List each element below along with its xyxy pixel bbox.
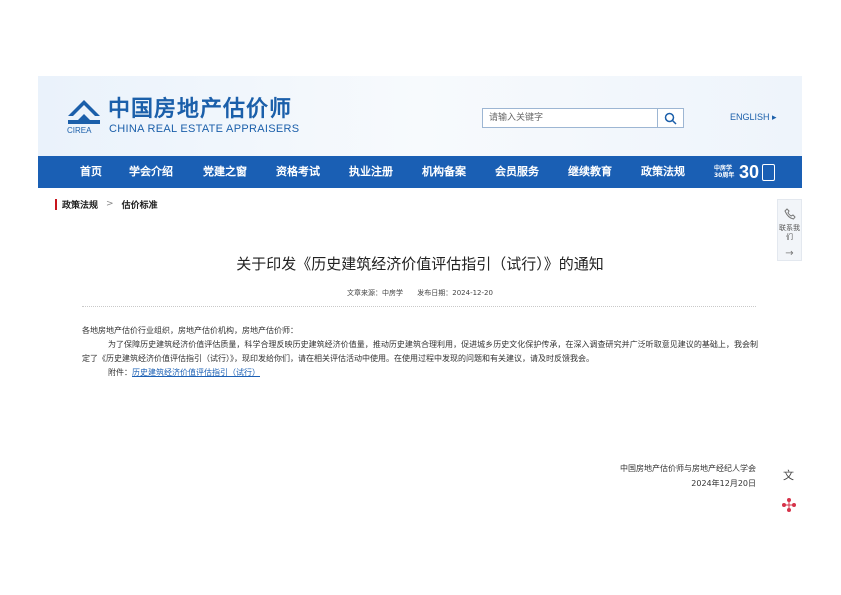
article-title: 关于印发《历史建筑经济价值评估指引（试行）》的通知 xyxy=(236,255,604,273)
nav-item-party[interactable]: 党建之窗 xyxy=(203,156,247,188)
nav-item-filing[interactable]: 机构备案 xyxy=(422,156,466,188)
article-source: 文章来源：中房学 xyxy=(347,289,404,297)
accessibility-icon[interactable]: 文 xyxy=(780,466,798,484)
anniversary-badge-icon xyxy=(762,163,776,181)
article-salutation: 各地房地产估价行业组织，房地产估价机构，房地产估价师： xyxy=(82,326,298,335)
nav-item-member[interactable]: 会员服务 xyxy=(495,156,539,188)
arrow-right-icon[interactable]: → xyxy=(785,248,793,259)
article-date: 发布日期：2024-12-20 xyxy=(417,289,493,297)
article-body: 为了保障历史建筑经济价值评估质量，科学合理反映历史建筑经济价值量，推动历史建筑合… xyxy=(82,340,758,363)
nav-item-policy[interactable]: 政策法规 xyxy=(641,156,685,188)
logo-english-name: CHINA REAL ESTATE APPRAISERS xyxy=(109,123,300,135)
breadcrumb-separator: > xyxy=(106,199,114,209)
breadcrumb: 政策法规 > 估价标准 xyxy=(55,197,158,211)
article-signature: 中国房地产估价师与房地产经纪人学会 2024年12月20日 xyxy=(620,461,756,491)
anniversary-logo[interactable]: 中房学 30周年 30 xyxy=(714,160,776,184)
anniversary-text: 中房学 30周年 xyxy=(714,165,735,179)
attachment-label: 附件： xyxy=(108,368,132,377)
network-icon[interactable] xyxy=(780,496,798,514)
search-input[interactable] xyxy=(483,109,657,127)
english-link[interactable]: ENGLISH ▸ xyxy=(730,112,777,123)
signature-date: 2024年12月20日 xyxy=(691,479,756,488)
site-header: 中国房地产估价师 CIREA CHINA REAL ESTATE APPRAIS… xyxy=(38,76,802,156)
floating-contact-panel: 联系我们 → xyxy=(777,199,802,261)
nav-item-registration[interactable]: 执业注册 xyxy=(349,156,393,188)
search-icon xyxy=(664,112,677,125)
search-button[interactable] xyxy=(657,109,683,127)
article-attachment: 附件：历史建筑经济价值评估指引（试行） xyxy=(82,366,758,380)
anniversary-number: 30 xyxy=(739,162,760,182)
article: 关于印发《历史建筑经济价值评估指引（试行）》的通知 文章来源：中房学 发布日期：… xyxy=(38,215,802,520)
search-box xyxy=(482,108,684,128)
main-nav: 首页 学会介绍 党建之窗 资格考试 执业注册 机构备案 会员服务 继续教育 政策… xyxy=(38,156,802,188)
article-meta: 文章来源：中房学 发布日期：2024-12-20 xyxy=(38,288,802,298)
article-divider xyxy=(82,306,756,307)
breadcrumb-marker xyxy=(55,198,57,210)
logo-chinese-name: 中国房地产估价师 xyxy=(108,97,293,122)
article-content: 各地房地产估价行业组织，房地产估价机构，房地产估价师： 为了保障历史建筑经济价值… xyxy=(82,324,758,380)
contact-us-link[interactable]: 联系我们 xyxy=(777,224,802,242)
nav-item-home[interactable]: 首页 xyxy=(80,156,102,188)
nav-item-about[interactable]: 学会介绍 xyxy=(129,156,173,188)
attachment-link[interactable]: 历史建筑经济价值评估指引（试行） xyxy=(132,368,260,377)
breadcrumb-current[interactable]: 估价标准 xyxy=(122,198,158,211)
language-icon: 文 xyxy=(783,468,794,482)
signature-organization: 中国房地产估价师与房地产经纪人学会 xyxy=(620,464,756,473)
phone-icon[interactable] xyxy=(783,208,796,220)
breadcrumb-parent[interactable]: 政策法规 xyxy=(62,198,98,211)
logo-abbreviation: CIREA xyxy=(67,126,92,135)
nav-item-education[interactable]: 继续教育 xyxy=(568,156,612,188)
share-icon xyxy=(782,498,796,512)
nav-item-exam[interactable]: 资格考试 xyxy=(276,156,320,188)
svg-text:文: 文 xyxy=(783,468,794,482)
